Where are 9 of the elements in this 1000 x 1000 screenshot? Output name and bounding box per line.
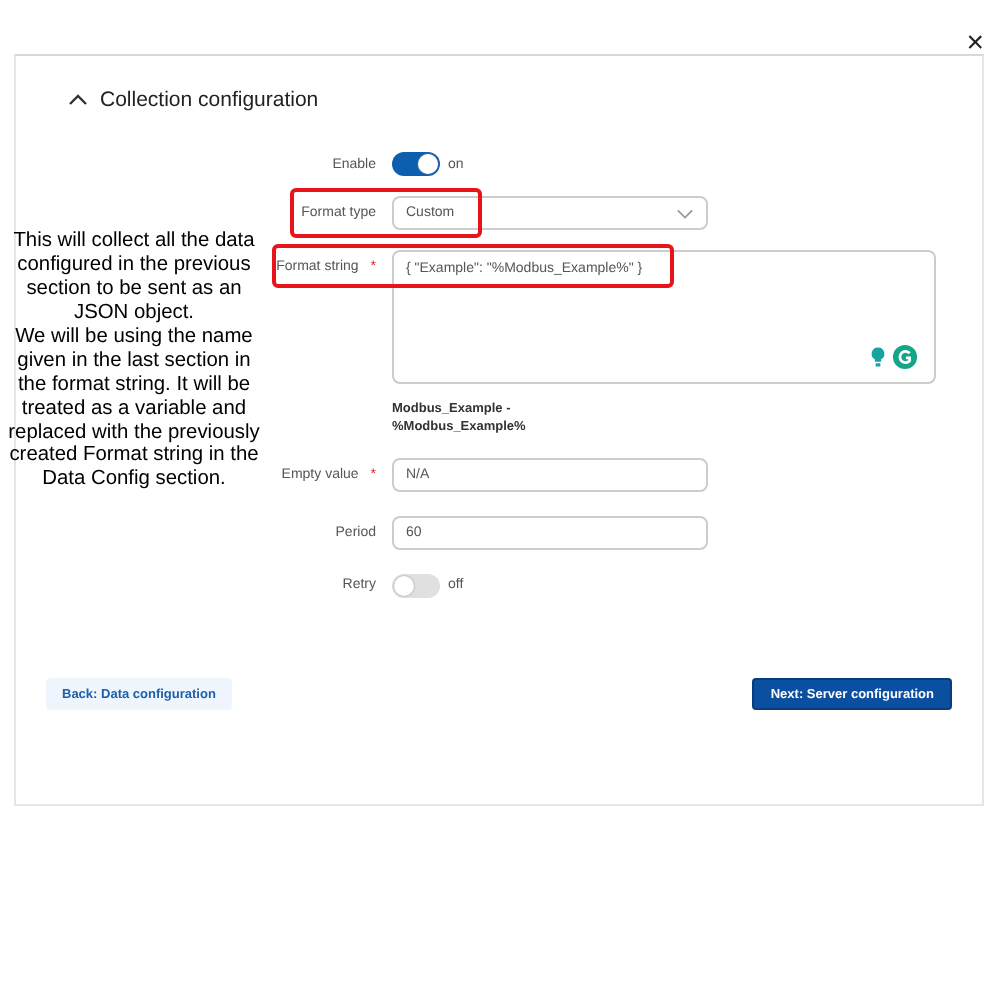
close-button[interactable]: × <box>966 28 984 58</box>
bulb-icon[interactable] <box>870 346 886 368</box>
grammar-icon[interactable] <box>892 344 918 370</box>
toggle-switch[interactable] <box>392 573 440 598</box>
caret-icon <box>676 207 694 219</box>
annotation-text: This will collect all the data configured in the previous section to be sent as an JSON object. We will be using the name given in the last section in the format string. It will be treated as a variable and replaced with the previously created Format string in the Data Config section. <box>6 230 262 493</box>
toggle-switch[interactable] <box>392 152 440 176</box>
section-title: Collection configuration <box>100 88 319 112</box>
chevron-icon[interactable] <box>68 94 88 106</box>
